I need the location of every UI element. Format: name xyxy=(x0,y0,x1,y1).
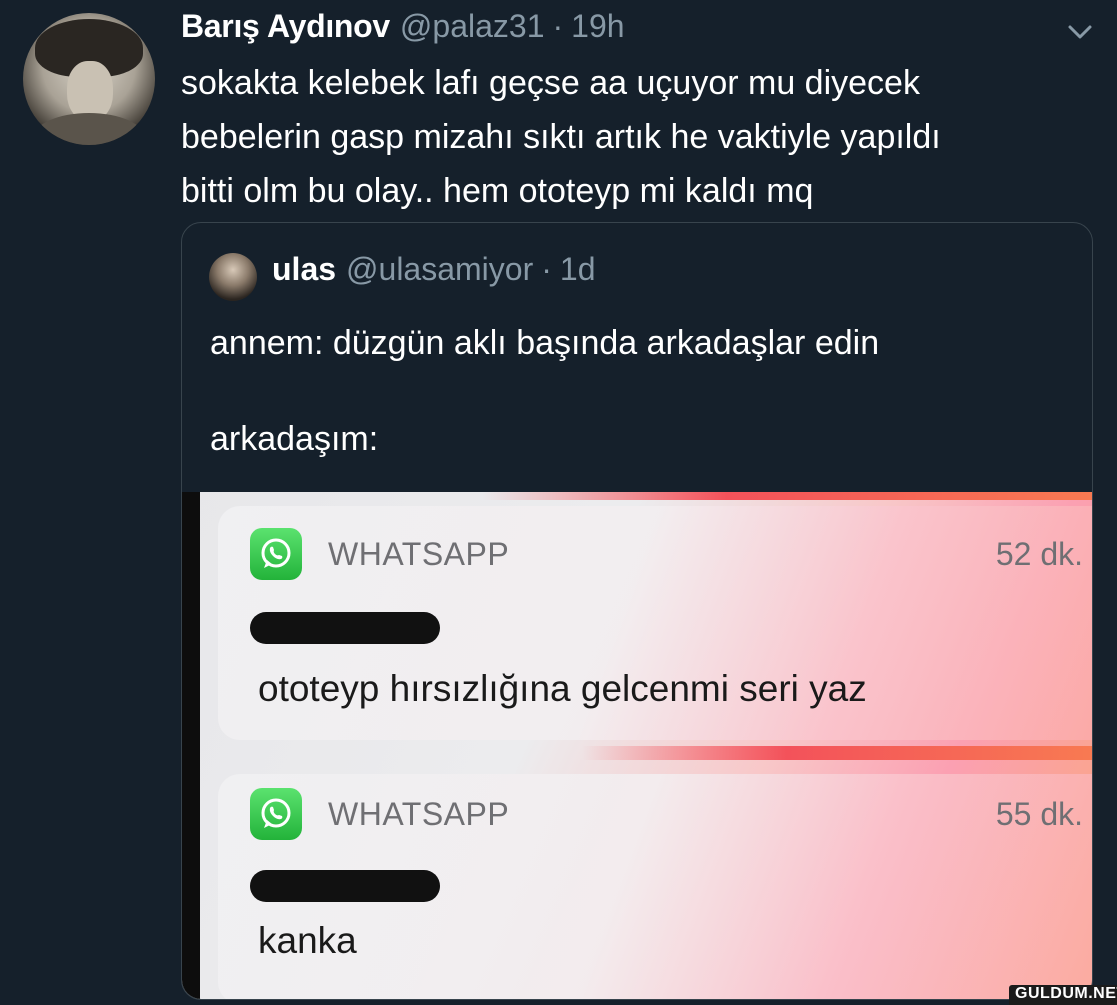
redacted-sender xyxy=(250,612,440,644)
quoted-line-2: arkadaşım: xyxy=(210,420,379,458)
site-watermark: GULDUM.NET xyxy=(1009,985,1117,1005)
chevron-down-icon[interactable] xyxy=(1065,20,1095,44)
whatsapp-icon xyxy=(250,528,302,580)
quoted-media-image[interactable]: WHATSAPP 52 dk. ototeyp hırsızlığına gel… xyxy=(182,492,1092,999)
quoted-tweet-text: annem: düzgün aklı başında arkadaşlar ed… xyxy=(210,319,1070,463)
author-avatar[interactable] xyxy=(23,13,155,145)
quoted-author-handle: @ulasamiyor xyxy=(346,251,534,287)
wallpaper-stripe xyxy=(482,492,1092,500)
whatsapp-icon xyxy=(250,788,302,840)
wallpaper-stripe xyxy=(582,746,1092,760)
notification-time: 52 dk. xyxy=(995,536,1083,572)
tweet-text: sokakta kelebek lafı geçse aa uçuyor mu … xyxy=(181,64,941,210)
avatar-coat xyxy=(33,113,145,145)
redacted-sender xyxy=(250,870,440,902)
media-dark-edge xyxy=(182,492,200,999)
notification-time: 55 dk. xyxy=(995,796,1083,832)
quoted-tweet-time: 1d xyxy=(559,251,596,287)
quoted-tweet-header: ulas @ulasamiyor · 1d xyxy=(272,251,595,288)
quoted-header-separator: · xyxy=(541,251,552,287)
quoted-author-avatar[interactable] xyxy=(209,253,257,301)
notification-app-name: WHATSAPP xyxy=(328,796,510,832)
header-separator: · xyxy=(552,8,564,44)
notification-app-name: WHATSAPP xyxy=(328,536,510,572)
tweet-header: Barış Aydınov @palaz31 · 19h xyxy=(181,8,625,52)
quoted-author-name: ulas xyxy=(272,251,337,287)
author-name[interactable]: Barış Aydınov xyxy=(181,8,390,45)
quoted-tweet[interactable]: ulas @ulasamiyor · 1d annem: düzgün aklı… xyxy=(181,222,1093,1000)
notification-message: ototeyp hırsızlığına gelcenmi seri yaz xyxy=(258,668,867,709)
notification-message: kanka xyxy=(258,920,357,961)
tweet[interactable]: Barış Aydınov @palaz31 · 19h sokakta kel… xyxy=(0,0,1117,1005)
tweet-time[interactable]: 19h xyxy=(571,8,624,45)
avatar-face xyxy=(67,61,113,121)
whatsapp-notification: WHATSAPP 55 dk. kanka xyxy=(218,774,1092,999)
quoted-line-1: annem: düzgün aklı başında arkadaşlar ed… xyxy=(210,324,880,362)
author-handle[interactable]: @palaz31 xyxy=(400,8,545,45)
whatsapp-notification: WHATSAPP 52 dk. ototeyp hırsızlığına gel… xyxy=(218,506,1092,740)
